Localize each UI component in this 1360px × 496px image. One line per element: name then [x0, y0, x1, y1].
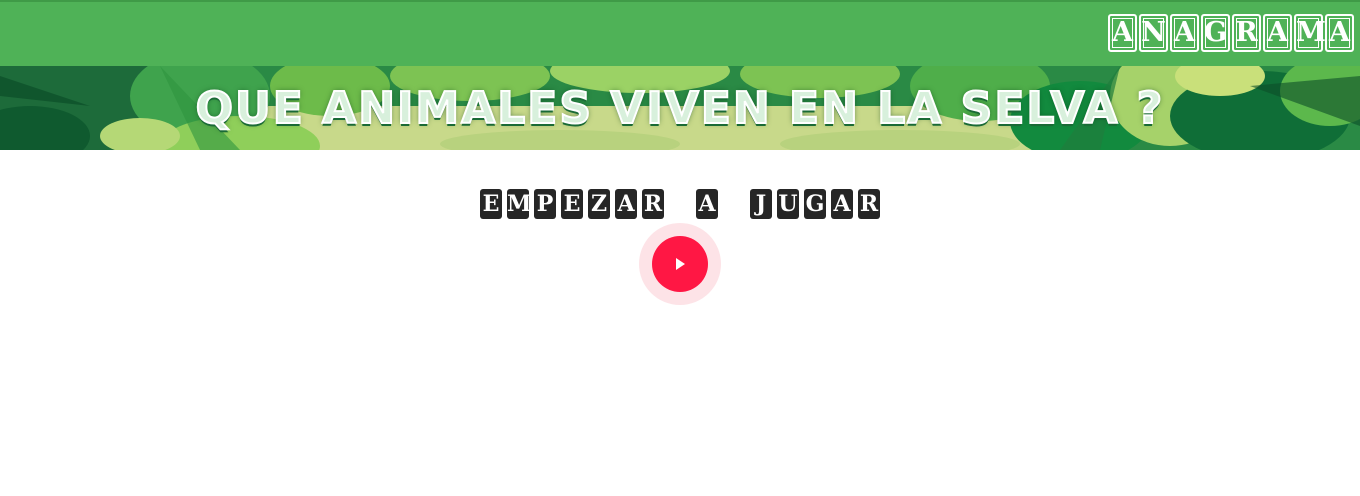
label-letter: A [696, 189, 718, 219]
play-icon [676, 258, 685, 270]
label-letter: Z [588, 189, 610, 219]
label-letter: G [804, 189, 826, 219]
play-button[interactable] [639, 223, 721, 305]
label-letter: R [642, 189, 664, 219]
banner-title: QUE ANIMALES VIVEN EN LA SELVA ? [195, 82, 1165, 135]
top-bar: A N A G R A M A [0, 0, 1360, 66]
logo-letter: N [1139, 14, 1168, 52]
logo-letter: R [1232, 14, 1261, 52]
label-letter: A [831, 189, 853, 219]
label-letter: P [534, 189, 556, 219]
label-letter: E [480, 189, 502, 219]
label-letter: E [561, 189, 583, 219]
label-letter: A [615, 189, 637, 219]
label-letter: J [750, 189, 772, 219]
label-letter: R [858, 189, 880, 219]
logo-letter: G [1201, 14, 1230, 52]
logo-letter: A [1263, 14, 1292, 52]
label-space [669, 189, 691, 219]
label-space [723, 189, 745, 219]
jungle-banner: QUE ANIMALES VIVEN EN LA SELVA ? [0, 66, 1360, 150]
label-letter: M [507, 189, 532, 219]
anagrama-logo: A N A G R A M A [1108, 14, 1354, 52]
logo-letter: M [1294, 14, 1326, 52]
start-game-label: E M P E Z A R A J U G A R [0, 189, 1360, 219]
logo-letter: A [1108, 14, 1137, 52]
logo-letter: A [1325, 14, 1354, 52]
label-letter: U [777, 189, 799, 219]
play-button-circle[interactable] [652, 236, 708, 292]
logo-letter: A [1170, 14, 1199, 52]
